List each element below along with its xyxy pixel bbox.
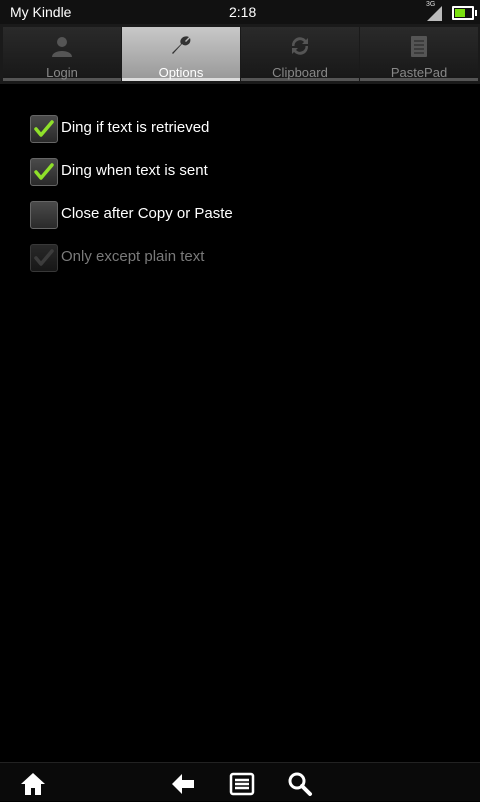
wrench-icon — [169, 34, 193, 58]
option-ding-sent[interactable]: Ding when text is sent — [30, 158, 450, 188]
checkbox-ding-retrieved[interactable] — [30, 115, 58, 143]
bottom-nav — [0, 762, 480, 801]
check-icon — [34, 120, 54, 137]
check-icon — [34, 249, 54, 266]
menu-icon[interactable] — [229, 771, 255, 797]
status-bar: My Kindle 2:18 3G — [0, 0, 480, 24]
tab-options[interactable]: Options — [122, 27, 240, 81]
tab-pastepad[interactable]: PastePad — [360, 27, 478, 81]
notepad-icon — [407, 34, 431, 58]
checkbox-plain-text — [30, 244, 58, 272]
tab-pastepad-label: PastePad — [390, 65, 448, 80]
tab-clipboard[interactable]: Clipboard — [241, 27, 359, 81]
tab-bar: Login Options Clipboard PastePad — [0, 24, 480, 84]
tab-options-label: Options — [158, 65, 204, 80]
check-icon — [34, 163, 54, 180]
option-label: Ding if text is retrieved — [61, 119, 210, 136]
checkbox-ding-sent[interactable] — [30, 158, 58, 186]
option-plain-text: Only except plain text — [30, 244, 450, 274]
battery-icon — [452, 6, 477, 20]
clock: 2:18 — [229, 4, 257, 20]
home-icon[interactable] — [20, 771, 46, 797]
refresh-icon — [288, 34, 312, 58]
search-icon[interactable] — [287, 771, 313, 797]
person-icon — [50, 34, 74, 58]
option-label: Only except plain text — [61, 248, 205, 265]
tab-login[interactable]: Login — [3, 27, 121, 81]
tab-clipboard-label: Clipboard — [272, 65, 328, 80]
option-label: Ding when text is sent — [61, 162, 208, 179]
device-title: My Kindle — [10, 4, 72, 20]
option-close-after[interactable]: Close after Copy or Paste — [30, 201, 450, 231]
back-arrow-icon[interactable] — [170, 771, 196, 797]
tab-login-label: Login — [46, 65, 78, 80]
checkbox-close-after[interactable] — [30, 201, 58, 229]
signal-icon: 3G — [424, 1, 444, 23]
option-ding-retrieved[interactable]: Ding if text is retrieved — [30, 115, 450, 145]
option-label: Close after Copy or Paste — [61, 205, 233, 222]
